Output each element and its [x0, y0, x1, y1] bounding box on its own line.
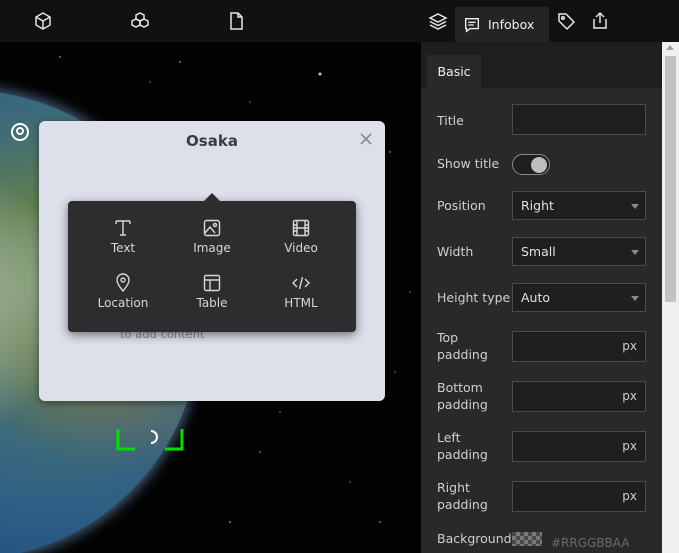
block-image-label: Image	[193, 241, 231, 255]
show-title-label: Show title	[437, 156, 500, 171]
selection-bracket-icon	[116, 429, 184, 451]
export-icon[interactable]	[589, 10, 611, 32]
block-text[interactable]: Text	[78, 218, 168, 268]
background-color-input[interactable]: #RRGGBBAA	[551, 536, 630, 550]
block-video-label: Video	[284, 241, 318, 255]
top-padding-label: Top padding	[437, 329, 488, 363]
toggle-knob	[531, 157, 547, 173]
bottom-padding-label-line2: padding	[437, 397, 488, 412]
block-html-label: HTML	[284, 296, 318, 310]
block-table-label: Table	[196, 296, 228, 310]
width-label: Width	[437, 244, 474, 259]
top-padding-input[interactable]: px	[512, 331, 646, 362]
location-pin-icon	[116, 273, 130, 293]
right-padding-label: Right padding	[437, 479, 488, 513]
block-location[interactable]: Location	[78, 273, 168, 323]
scroll-thumb[interactable]	[665, 56, 676, 302]
layers-icon[interactable]	[427, 10, 449, 32]
background-color-swatch[interactable]	[512, 532, 542, 546]
top-padding-label-line2: padding	[437, 347, 488, 362]
tab-infobox-label: Infobox	[488, 17, 535, 32]
top-padding-label-line1: Top	[437, 330, 459, 345]
scroll-up-arrow-icon[interactable]	[666, 45, 674, 50]
unit-label: px	[622, 389, 637, 403]
chevron-down-icon	[631, 204, 639, 209]
height-type-select[interactable]: Auto	[512, 283, 646, 312]
panel-scrollbar[interactable]	[662, 42, 679, 553]
position-select[interactable]: Right	[512, 191, 646, 220]
box-icon[interactable]	[32, 10, 54, 32]
left-padding-label-line2: padding	[437, 447, 488, 462]
title-input[interactable]	[512, 104, 646, 135]
tab-basic[interactable]: Basic	[427, 55, 481, 88]
popup-title: Osaka	[186, 132, 238, 150]
unit-label: px	[622, 339, 637, 353]
panel-tabs: Basic	[421, 42, 662, 88]
map-pin-icon[interactable]	[10, 122, 30, 142]
add-block-menu: Text Image Video Location Table HTML	[68, 193, 356, 332]
infobox-settings-panel: Basic Title Show title Position Right Wi…	[421, 42, 662, 553]
chevron-down-icon	[631, 250, 639, 255]
block-table[interactable]: Table	[167, 273, 257, 323]
table-icon	[203, 274, 221, 292]
right-padding-label-line2: padding	[437, 497, 488, 512]
text-icon	[115, 220, 131, 236]
bottom-padding-label-line1: Bottom	[437, 380, 483, 395]
file-icon[interactable]	[225, 10, 247, 32]
width-select[interactable]: Small	[512, 237, 646, 266]
left-padding-label-line1: Left	[437, 430, 461, 445]
width-value: Small	[521, 244, 556, 259]
block-location-label: Location	[97, 296, 149, 310]
block-html[interactable]: HTML	[256, 273, 346, 323]
video-icon	[292, 219, 310, 237]
title-label: Title	[437, 113, 464, 128]
position-label: Position	[437, 198, 486, 213]
block-video[interactable]: Video	[256, 218, 346, 268]
chevron-down-icon	[631, 296, 639, 301]
block-image[interactable]: Image	[167, 218, 257, 268]
right-padding-label-line1: Right	[437, 480, 470, 495]
position-value: Right	[521, 198, 554, 213]
code-icon	[292, 276, 310, 290]
image-icon	[203, 219, 221, 237]
top-toolbar: Infobox	[0, 0, 679, 42]
left-padding-label: Left padding	[437, 429, 488, 463]
message-square-icon	[465, 17, 479, 33]
cubes-icon[interactable]	[129, 10, 151, 32]
bottom-padding-label: Bottom padding	[437, 379, 488, 413]
block-text-label: Text	[110, 241, 136, 255]
show-title-toggle[interactable]	[512, 154, 550, 175]
left-padding-input[interactable]: px	[512, 431, 646, 462]
right-padding-input[interactable]: px	[512, 481, 646, 512]
tab-infobox[interactable]: Infobox	[455, 7, 549, 42]
bottom-padding-input[interactable]: px	[512, 381, 646, 412]
background-label: Background	[437, 531, 512, 546]
close-icon[interactable]	[359, 131, 373, 145]
height-type-value: Auto	[521, 290, 551, 305]
unit-label: px	[622, 439, 637, 453]
tag-icon[interactable]	[555, 10, 577, 32]
unit-label: px	[622, 489, 637, 503]
height-type-label: Height type	[437, 290, 511, 305]
